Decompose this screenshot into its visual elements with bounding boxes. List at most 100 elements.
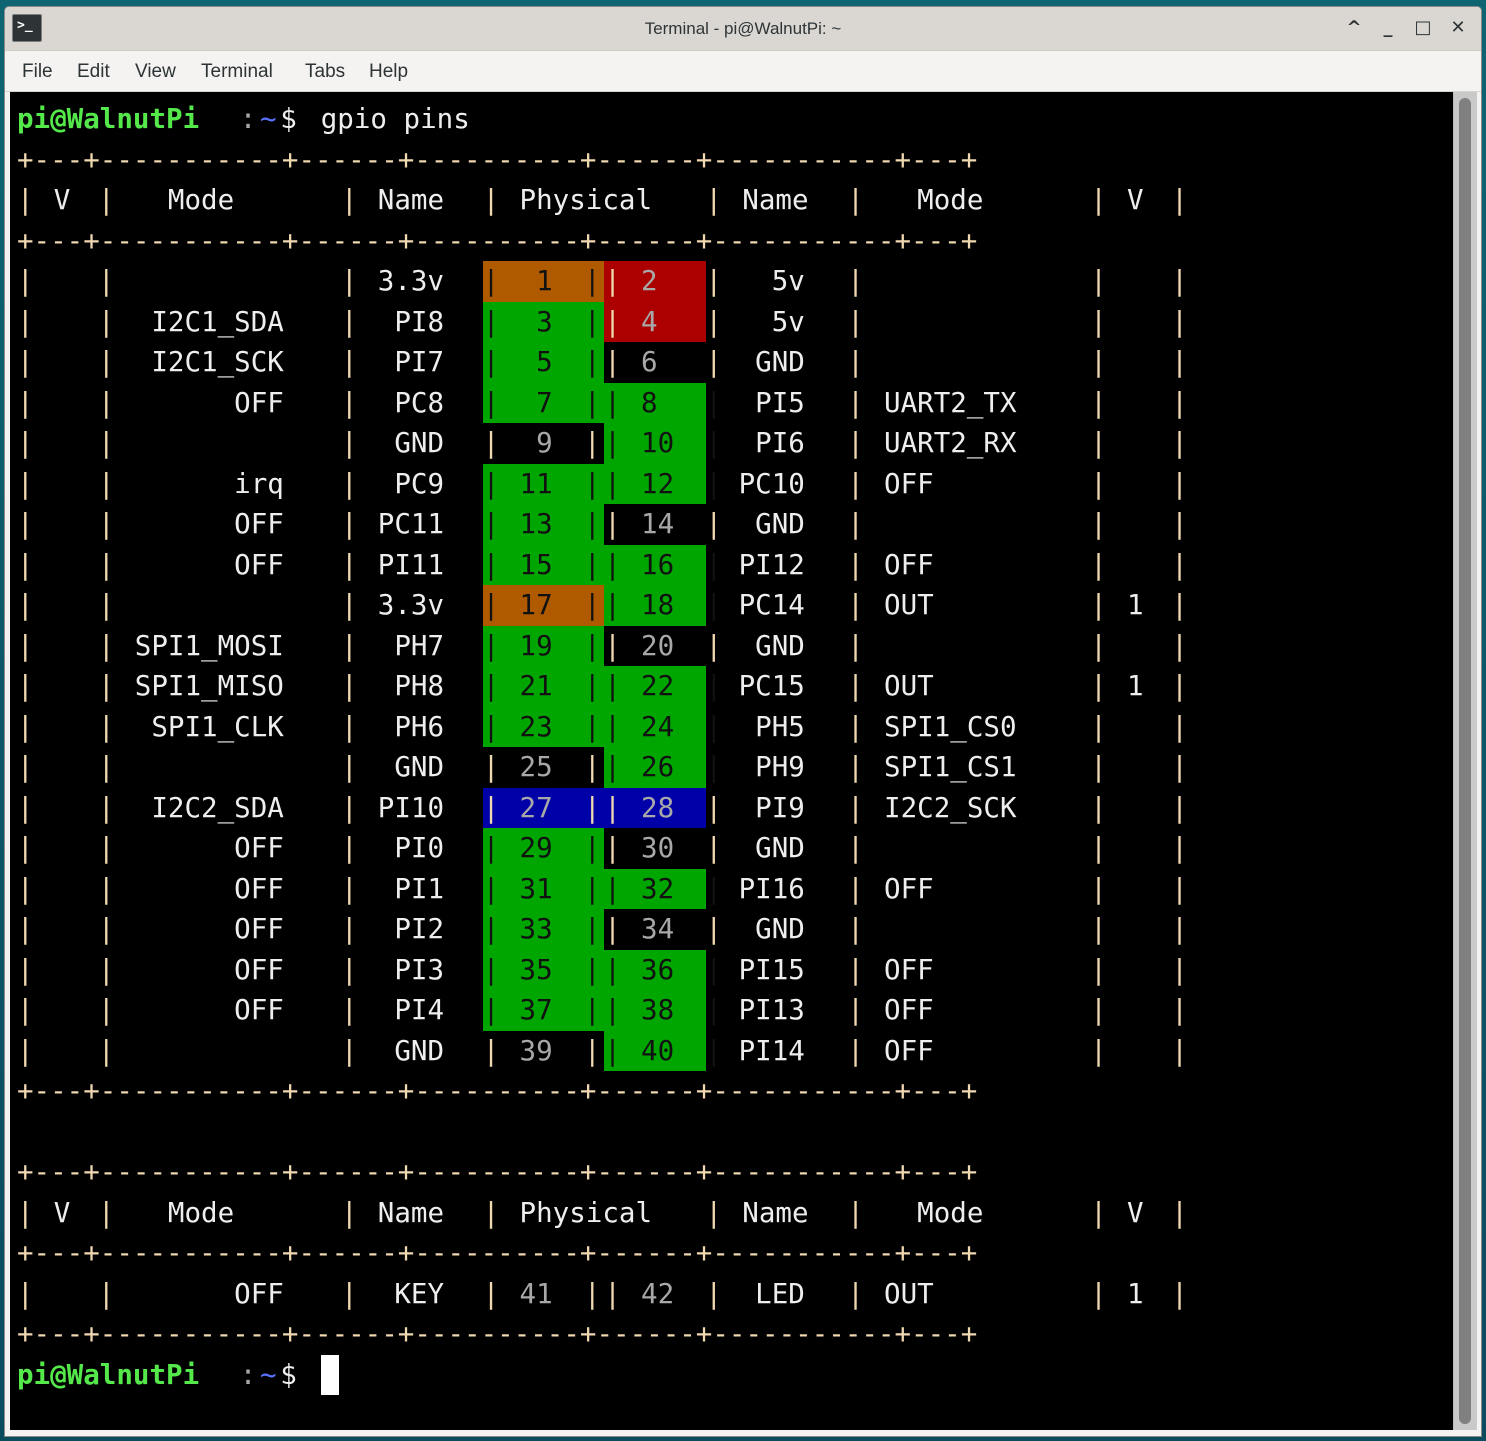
pin-number: 1 [503, 265, 570, 297]
column-divider: | [98, 427, 115, 459]
column-divider: | [341, 872, 358, 905]
physical-pin-8: | 8 | [604, 382, 722, 423]
pin-divider: | [584, 386, 601, 419]
terminal-output[interactable]: pi@WalnutPi: ~ $ gpio pins +---+-----------… [10, 92, 1453, 1430]
left-mode [118, 747, 341, 788]
menu-view[interactable]: View [135, 51, 176, 91]
column-divider: | [847, 994, 864, 1026]
pin-number: 35 [503, 953, 570, 986]
pin-divider: | [584, 544, 605, 585]
scrollbar[interactable] [1453, 92, 1477, 1430]
right-value [1111, 504, 1172, 545]
column-divider: | [847, 1277, 864, 1310]
pin-divider: | [482, 467, 500, 500]
pin-divider: | [584, 832, 601, 864]
pin-divider: | [482, 710, 500, 743]
column-divider: | [847, 184, 864, 216]
pin-divider: | [604, 832, 621, 864]
column-divider: | [847, 953, 864, 986]
column-divider: | [17, 346, 34, 378]
right-value [1111, 909, 1172, 950]
left-name: 3.3v [361, 265, 461, 297]
pin-number: 25 [503, 751, 570, 783]
right-mode [868, 261, 1091, 302]
pin-divider: | [584, 787, 605, 828]
border-text: +---+-----------+------+----------+-----… [17, 1156, 978, 1188]
right-name: GND [705, 832, 805, 864]
menu-terminal[interactable]: Terminal [201, 51, 273, 91]
column-divider: | [17, 386, 34, 419]
left-mode [118, 423, 341, 464]
menu-tabs[interactable]: Tabs [305, 51, 345, 91]
physical-pin-16: | 16 | [604, 544, 722, 585]
column-divider: | [17, 629, 34, 662]
maximize-button[interactable]: □ [1410, 15, 1436, 41]
pin-divider: | [584, 301, 605, 342]
physical-pin-23: | 23 [482, 706, 584, 747]
physical-pin-34: | 34 | [604, 909, 722, 950]
left-name: 3.3v [361, 589, 461, 621]
right-mode: I2C2_SCK [867, 791, 1050, 824]
column-divider: | [98, 508, 115, 540]
pin-row: | | | GND | 39 | | 40 | PI14 | OFF | | [17, 1030, 1192, 1072]
column-divider: | [98, 629, 115, 662]
column-divider: | [98, 670, 115, 702]
column-divider: | [17, 589, 34, 621]
right-name: 5v [705, 305, 805, 338]
left-value [37, 464, 98, 505]
menu-file[interactable]: File [22, 51, 53, 91]
right-name: PI9 [705, 791, 805, 824]
column-divider: | [847, 629, 864, 662]
minimize-button[interactable]: _ [1375, 15, 1401, 41]
pin-row: | | | 3.3v | 17 | | 18 | PC14 | OUT | 1 | [17, 585, 1192, 626]
right-mode [868, 909, 1091, 950]
column-divider: | [847, 1034, 864, 1067]
pin-divider: | [584, 589, 601, 621]
column-divider: | [98, 953, 115, 986]
title-bar[interactable]: >_ Terminal - pi@WalnutPi: ~ ^ _ □ ✕ [5, 7, 1481, 51]
column-divider: | [341, 467, 358, 500]
pin-number: 15 [503, 548, 570, 581]
column-divider: | [1171, 832, 1188, 864]
column-divider: | [847, 1196, 864, 1229]
table-header-row: | V | Mode | Name | Physical | Name | Mo… [17, 1193, 1192, 1234]
menu-edit[interactable]: Edit [77, 51, 110, 91]
column-divider: | [341, 670, 358, 702]
column-divider: | [847, 670, 864, 702]
left-value [37, 1031, 98, 1072]
pin-number: 5 [503, 346, 570, 378]
physical-pin-13: | 13 [482, 504, 584, 545]
close-button[interactable]: ✕ [1445, 15, 1471, 41]
border-text: +---+-----------+------+----------+-----… [17, 1237, 978, 1269]
right-mode: OFF [867, 467, 1050, 500]
pin-row: | | OFF | PC11 | 13 | | 14 | GND | | | [17, 504, 1192, 545]
left-mode: I2C2_SDA [118, 791, 301, 824]
pin-number: 8 [624, 386, 691, 419]
right-mode: OFF [867, 994, 1050, 1026]
text-cursor[interactable] [320, 1354, 339, 1395]
pin-number: 30 [624, 832, 691, 864]
column-divider: | [341, 305, 358, 338]
pin-number: 26 [624, 751, 691, 783]
scrollbar-thumb[interactable] [1459, 98, 1471, 1424]
pin-divider: | [604, 427, 621, 459]
column-divider: | [17, 670, 34, 702]
column-divider: | [1171, 791, 1188, 824]
shade-button[interactable]: ^ [1341, 15, 1367, 41]
left-value [37, 302, 98, 343]
column-divider: | [17, 467, 34, 500]
menu-help[interactable]: Help [369, 51, 408, 91]
column-divider: | [98, 832, 115, 864]
prompt-line: pi@WalnutPi: ~ $ [17, 1354, 1192, 1396]
pin-row: | | OFF | PI1 | 31 | | 32 | PI16 | OFF | … [17, 868, 1192, 910]
column-divider: | [1090, 1277, 1107, 1310]
column-divider: | [17, 872, 34, 905]
